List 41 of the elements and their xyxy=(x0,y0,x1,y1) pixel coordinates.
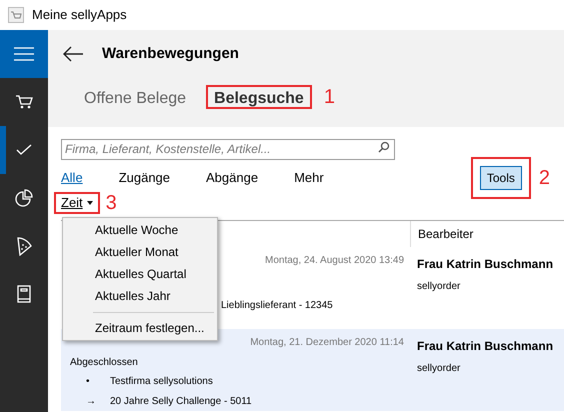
dropdown-caret-icon xyxy=(86,201,93,205)
search-field[interactable]: Firma, Lieferant, Kostenstelle, Artikel... xyxy=(61,138,395,160)
list-marker: → xyxy=(86,394,96,408)
filter-tab[interactable]: Zugänge xyxy=(118,168,170,188)
tab[interactable]: Offene Belege xyxy=(76,85,194,109)
list-marker: • xyxy=(86,374,91,388)
annotation-number: 1 xyxy=(324,87,335,107)
search-icon xyxy=(378,141,390,153)
menu-button[interactable] xyxy=(0,30,48,78)
menu-item[interactable]: Aktuelles Quartal xyxy=(63,263,217,285)
pizza-slice-icon xyxy=(16,236,32,256)
page-title: Warenbewegungen xyxy=(102,44,239,64)
row-status: Abgeschlossen xyxy=(70,356,138,370)
editor-group: sellyorder xyxy=(417,361,564,376)
list-item: 20 Jahre Selly Challenge - 5011 xyxy=(110,394,252,408)
annotation-number: 2 xyxy=(538,168,550,188)
list-item: Lieblingslieferant - 12345 xyxy=(221,298,333,312)
pie-chart-icon xyxy=(15,189,33,207)
list-item: Testfirma sellysolutions xyxy=(110,374,213,388)
row-date: Montag, 24. August 2020 13:49 xyxy=(265,254,404,268)
editor-group: sellyorder xyxy=(417,279,564,294)
window-title: Meine sellyApps xyxy=(32,6,127,24)
menu-item[interactable]: Aktuelles Jahr xyxy=(63,285,217,307)
back-arrow-icon xyxy=(62,46,84,62)
menu-icon xyxy=(14,47,34,61)
tab[interactable]: Belegsuche xyxy=(206,85,312,109)
row-date: Montag, 21. Dezember 2020 11:14 xyxy=(250,336,404,350)
annotation-number: 3 xyxy=(106,193,117,213)
menu-item[interactable]: Aktuelle Woche xyxy=(63,219,217,241)
editor-name: Frau Katrin Buschmann xyxy=(417,338,554,355)
checkmark-icon xyxy=(16,144,32,156)
book-icon xyxy=(17,285,31,303)
tools-button[interactable]: Tools xyxy=(480,166,522,190)
time-dropdown[interactable]: Zeit xyxy=(54,192,100,214)
filter-tab[interactable]: Mehr xyxy=(294,168,324,188)
cart-icon xyxy=(15,94,33,110)
filter-tab[interactable]: Abgänge xyxy=(206,168,258,188)
editor-name: Frau Katrin Buschmann xyxy=(417,256,554,273)
app-logo-icon xyxy=(8,7,24,23)
filter-tab[interactable]: Alle xyxy=(61,168,83,188)
back-button[interactable] xyxy=(62,46,84,62)
